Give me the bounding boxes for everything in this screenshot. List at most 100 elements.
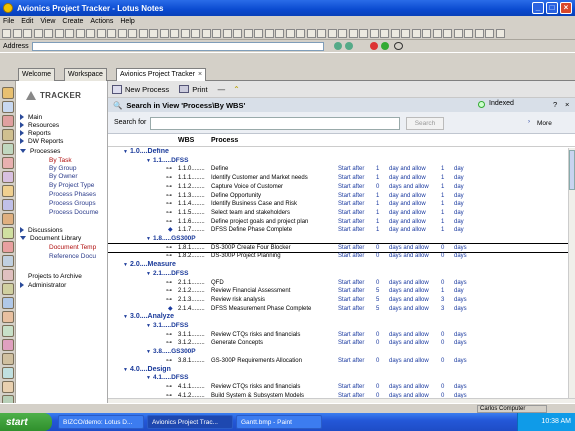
color-icon[interactable] <box>348 28 358 38</box>
cut-icon[interactable] <box>44 28 53 38</box>
expanded-twistie-icon[interactable]: ▼ <box>146 348 151 356</box>
sidebar-item-dw-reports[interactable]: DW Reports <box>20 138 63 145</box>
spell-icon[interactable] <box>233 28 242 38</box>
search-input[interactable] <box>150 117 400 130</box>
home-icon[interactable] <box>191 28 200 38</box>
expanded-twistie-icon[interactable]: ▼ <box>146 322 151 330</box>
align-right-icon[interactable] <box>306 28 316 38</box>
redo-icon[interactable] <box>86 28 95 38</box>
copy-icon[interactable] <box>54 28 64 38</box>
sidebar-item-process-phases[interactable]: Process Phases <box>49 191 96 198</box>
expanded-twistie-icon[interactable]: ▼ <box>123 261 128 269</box>
help-icon[interactable] <box>380 28 389 38</box>
category-row[interactable]: ▼ 1.0....Define <box>108 148 568 156</box>
scroll-thumb[interactable] <box>569 150 575 190</box>
help-icon[interactable]: ? <box>553 100 557 109</box>
column-process[interactable]: Process <box>211 137 238 144</box>
subcategory-row[interactable]: ▼ 3.1.....DFSS <box>108 322 568 330</box>
refresh-icon[interactable] <box>170 28 179 38</box>
more-button[interactable]: More <box>537 120 552 127</box>
category-row[interactable]: ▼ 3.0....Analyze <box>108 313 568 321</box>
subcategory-row[interactable]: ▼ 3.8.....GS300P <box>108 348 568 356</box>
back-icon[interactable] <box>149 28 158 38</box>
vertical-scrollbar[interactable] <box>568 148 575 398</box>
more-chevron-icon[interactable]: › <box>528 119 530 125</box>
expanded-twistie-icon[interactable]: ▼ <box>146 270 151 278</box>
expanded-twistie-icon[interactable]: ▼ <box>146 235 151 243</box>
image-icon[interactable] <box>275 28 284 38</box>
collapse-icon[interactable]: — <box>218 85 226 94</box>
tools-icon[interactable] <box>390 28 400 38</box>
document-row[interactable]: ⊶ 1.1.6........ Define project goals and p… <box>108 218 568 226</box>
tasks-icon[interactable] <box>443 28 452 38</box>
bookmark-icon[interactable] <box>2 367 14 379</box>
menu-edit[interactable]: Edit <box>21 18 33 25</box>
bookmark-icon[interactable] <box>2 381 14 393</box>
category-row[interactable]: ▼ 2.0....Measure <box>108 261 568 269</box>
sidebar-item-by-group[interactable]: By Group <box>49 165 76 172</box>
twistie-icon[interactable] <box>20 130 24 137</box>
expanded-twistie-icon[interactable]: ▼ <box>146 374 151 382</box>
find-icon[interactable] <box>128 28 137 38</box>
refresh-icon[interactable] <box>381 42 389 50</box>
calendar-icon[interactable] <box>422 28 431 38</box>
search-icon[interactable] <box>394 42 403 50</box>
bookmark-icon[interactable] <box>2 297 14 309</box>
sidebar-item-reference-docu[interactable]: Reference Docu <box>49 253 96 260</box>
bookmark-icon[interactable] <box>2 227 14 239</box>
zoom-icon[interactable] <box>138 28 148 38</box>
new-icon[interactable] <box>12 28 22 38</box>
save-icon[interactable] <box>23 28 32 38</box>
document-row[interactable]: ⊶ 3.1.2........ Generate Concepts Start aft… <box>108 339 568 347</box>
print-icon[interactable] <box>33 28 43 38</box>
unlock-icon[interactable] <box>495 28 505 38</box>
address-input[interactable] <box>32 42 324 51</box>
document-row[interactable]: ⊶ 2.1.3........ Review risk analysis Start … <box>108 296 568 304</box>
sidebar-item-reports[interactable]: Reports <box>20 130 51 137</box>
sidebar-item-main[interactable]: Main <box>20 114 42 121</box>
contacts-icon[interactable] <box>432 28 442 38</box>
forward-icon[interactable] <box>345 42 353 50</box>
column-wbs[interactable]: WBS <box>178 137 194 144</box>
bookmark-icon[interactable] <box>2 115 14 127</box>
close-search-icon[interactable]: × <box>565 100 569 109</box>
bookmark-icon[interactable] <box>2 255 14 267</box>
stop-icon[interactable] <box>370 42 378 50</box>
table-icon[interactable] <box>254 28 263 38</box>
menu-view[interactable]: View <box>40 18 55 25</box>
twistie-icon[interactable] <box>20 122 24 129</box>
sidebar-item-document-temp[interactable]: Document Temp <box>49 244 96 251</box>
back-icon[interactable] <box>334 42 342 50</box>
document-row[interactable]: ⊶ 1.1.2........ Capture Voice of Customer S… <box>108 183 568 191</box>
bookmark-icon[interactable] <box>2 101 14 113</box>
sidebar-item-discussions[interactable]: Discussions <box>20 227 63 234</box>
expanded-twistie-icon[interactable]: ▼ <box>123 313 128 321</box>
bookmark-icon[interactable] <box>2 171 14 183</box>
sidebar-item-document-library[interactable]: Document Library <box>20 235 81 242</box>
document-row[interactable]: ⊶ 1.1.0........ Define Start after 1 day and … <box>108 165 568 173</box>
expanded-twistie-icon[interactable] <box>20 236 26 241</box>
document-row[interactable]: ⊶ 1.8.2........ DS-300P Project Planning St… <box>108 252 568 260</box>
sidebar-item-process-docume[interactable]: Process Docume <box>49 209 99 216</box>
sidebar-item-process-groups[interactable]: Process Groups <box>49 200 96 207</box>
bookmark-icon[interactable] <box>2 339 14 351</box>
twistie-icon[interactable] <box>20 227 24 234</box>
document-row[interactable]: ⊶ 1.8.1........ DS-300P Create Four Blocke… <box>108 242 568 253</box>
sidebar-item-administrator[interactable]: Administrator <box>20 282 66 289</box>
align-left-icon[interactable] <box>285 28 295 38</box>
category-row[interactable]: ▼ 4.0....Design <box>108 366 568 374</box>
document-row[interactable]: ◆ 1.1.7........ DFSS Define Phase Complete… <box>108 226 568 234</box>
lock-icon[interactable] <box>485 28 494 38</box>
document-row[interactable]: ⊶ 2.1.1........ QFD Start after 0 days and al… <box>108 279 568 287</box>
menu-create[interactable]: Create <box>62 18 83 25</box>
document-row[interactable]: ⊶ 3.1.1........ Review CTQs risks and fina… <box>108 331 568 339</box>
menu-help[interactable]: Help <box>120 18 134 25</box>
stop-icon[interactable] <box>180 28 190 38</box>
bookmark-icon[interactable] <box>2 269 14 281</box>
mail-icon[interactable] <box>411 28 421 38</box>
close-button[interactable]: × <box>560 2 572 14</box>
twistie-icon[interactable] <box>20 138 24 145</box>
subcategory-row[interactable]: ▼ 2.1.....DFSS <box>108 270 568 278</box>
expanded-twistie-icon[interactable]: ▼ <box>146 157 151 165</box>
subcategory-row[interactable]: ▼ 4.1.....DFSS <box>108 374 568 382</box>
